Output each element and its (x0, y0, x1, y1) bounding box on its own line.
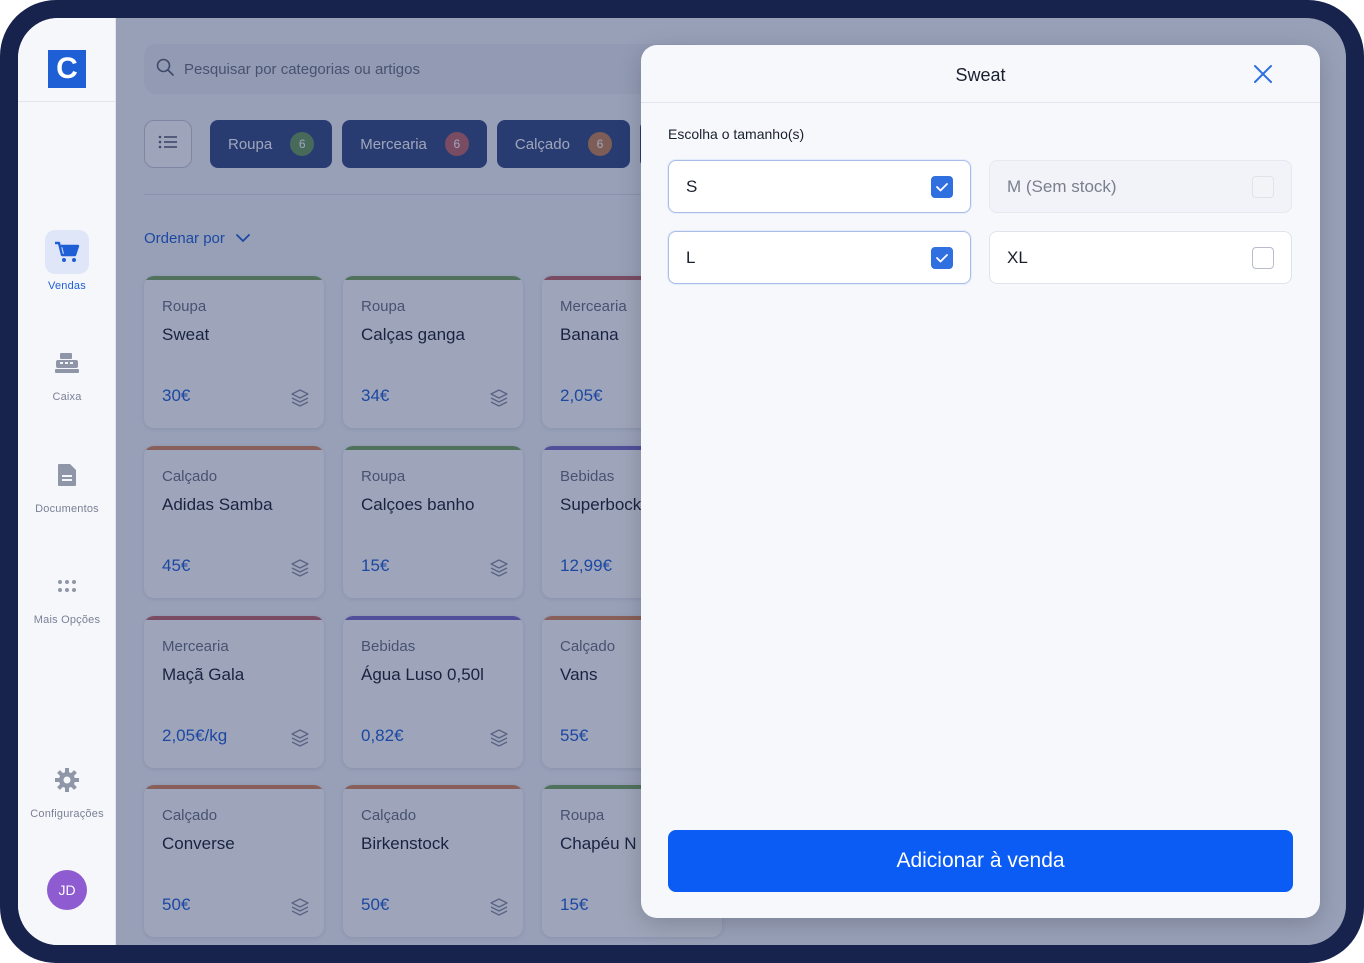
modal-header: Sweat (641, 45, 1320, 103)
tablet-frame: C Vendas Caixa Documentos Mais Opções Co… (0, 0, 1364, 963)
size-option-s[interactable]: S (668, 160, 971, 213)
add-to-sale-button[interactable]: Adicionar à venda (668, 830, 1293, 892)
checkbox-unchecked[interactable] (1252, 247, 1274, 269)
document-icon (45, 453, 89, 497)
sidebar-item-label: Caixa (52, 391, 82, 403)
gear-icon (45, 758, 89, 802)
checkbox-checked[interactable] (931, 176, 953, 198)
size-option-label: S (686, 176, 698, 196)
checkbox-disabled (1252, 176, 1274, 198)
close-button[interactable] (1250, 61, 1276, 87)
size-option-label: M (Sem stock) (1007, 176, 1117, 196)
sidebar-item-mais-opcoes[interactable]: Mais Opções (18, 564, 116, 626)
size-option-m: M (Sem stock) (989, 160, 1292, 213)
sidebar-item-vendas[interactable]: Vendas (18, 230, 116, 292)
size-option-label: XL (1007, 247, 1028, 267)
close-icon (1250, 65, 1276, 91)
app-logo[interactable]: C (48, 50, 86, 88)
size-prompt: Escolha o tamanho(s) (668, 126, 805, 142)
sidebar-item-label: Documentos (35, 503, 99, 515)
sidebar-item-label: Mais Opções (33, 614, 101, 626)
sidebar-item-label: Vendas (48, 280, 86, 292)
sidebar: C Vendas Caixa Documentos Mais Opções Co… (18, 18, 116, 945)
sidebar-item-caixa[interactable]: Caixa (18, 341, 116, 403)
modal-title: Sweat (955, 65, 1006, 85)
logo-area: C (18, 18, 116, 102)
cart-icon (45, 230, 89, 274)
cash-register-icon (45, 341, 89, 385)
grid-dots-icon (45, 564, 89, 608)
sidebar-item-configuracoes[interactable]: Configurações (18, 758, 116, 820)
sidebar-item-label: Configurações (30, 808, 104, 820)
size-option-l[interactable]: L (668, 231, 971, 284)
checkbox-checked[interactable] (931, 247, 953, 269)
size-selection-modal: Sweat Escolha o tamanho(s) S M (Sem stoc… (641, 45, 1320, 918)
sidebar-item-documentos[interactable]: Documentos (18, 453, 116, 515)
size-option-xl[interactable]: XL (989, 231, 1292, 284)
avatar[interactable]: JD (47, 870, 87, 910)
size-option-label: L (686, 247, 696, 267)
